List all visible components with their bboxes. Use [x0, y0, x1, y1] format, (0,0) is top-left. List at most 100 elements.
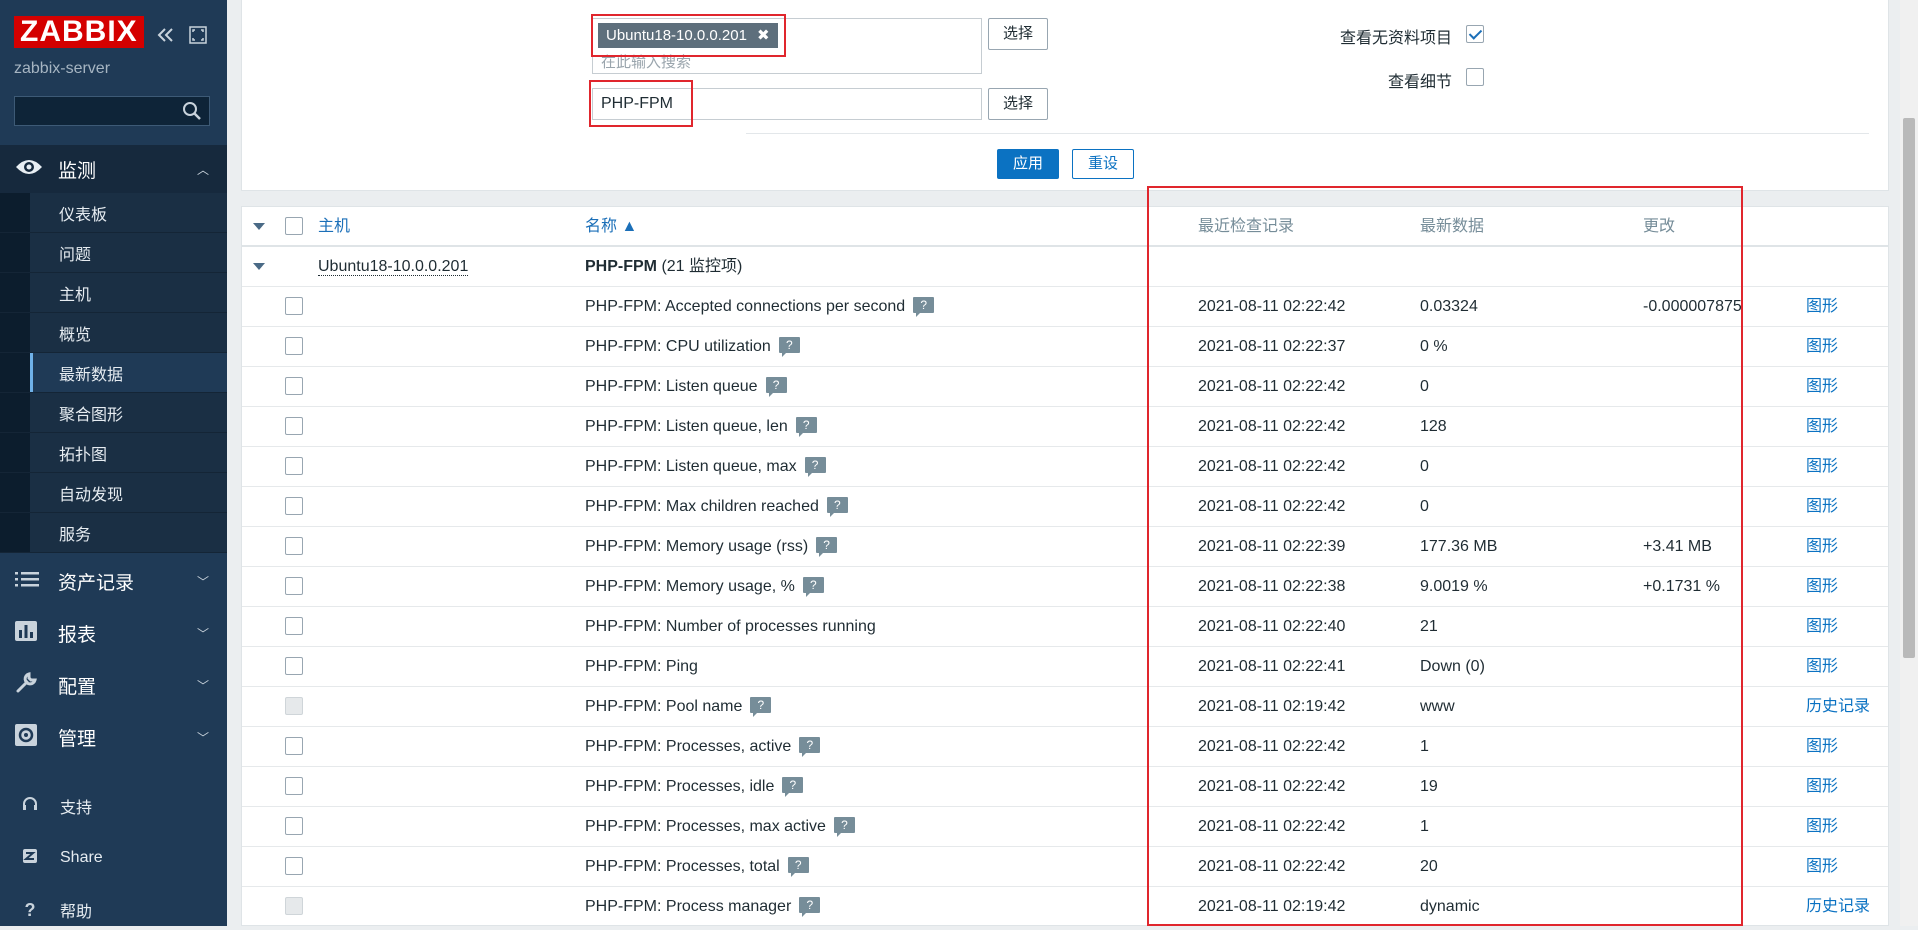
sidebar-item-latest-data[interactable]: 最新数据 [0, 353, 227, 393]
nav-monitoring[interactable]: 监测 ︿ [0, 145, 227, 193]
sidebar-controls [155, 24, 209, 46]
row-checkbox[interactable] [285, 497, 303, 515]
item-description-icon[interactable]: ? [804, 456, 826, 477]
graph-link[interactable]: 图形 [1806, 847, 1838, 886]
header-host[interactable]: 主机 [318, 207, 350, 246]
sidebar-item-screens[interactable]: 聚合图形 [0, 393, 227, 433]
row-checkbox[interactable] [285, 417, 303, 435]
sidebar-item-overview[interactable]: 概览 [0, 313, 227, 353]
item-name-cell: PHP-FPM: Listen queue, max? [585, 447, 826, 486]
row-checkbox[interactable] [285, 457, 303, 475]
kiosk-mode-icon[interactable] [187, 24, 209, 46]
row-checkbox[interactable] [285, 737, 303, 755]
graph-link[interactable]: 图形 [1806, 807, 1838, 846]
chevron-up-icon: ︿ [196, 162, 209, 177]
collapse-all-icon[interactable] [253, 223, 265, 230]
row-checkbox[interactable] [285, 337, 303, 355]
last-value-cell: 21 [1420, 618, 1438, 635]
row-checkbox[interactable] [285, 857, 303, 875]
sidebar-item-label: 问题 [59, 246, 92, 264]
item-description-icon[interactable]: ? [782, 776, 804, 797]
remove-chip-icon[interactable]: ✖ [757, 23, 770, 48]
item-description-icon[interactable]: ? [816, 536, 838, 557]
nav-reports-label: 报表 [58, 624, 97, 646]
search-icon[interactable] [181, 100, 203, 122]
show-details-checkbox[interactable] [1466, 68, 1484, 86]
row-checkbox[interactable] [285, 537, 303, 555]
scrollbar-thumb[interactable] [1903, 118, 1915, 658]
sidebar-item-problems[interactable]: 问题 [0, 233, 227, 273]
latest-data-table: 主机 名称 ▲ 最近检查记录 最新数据 更改 Ubuntu18-10.0.0.2… [241, 206, 1889, 926]
nav-administration-label: 管理 [58, 728, 97, 750]
page-scrollbar[interactable] [1900, 0, 1918, 926]
item-description-icon[interactable]: ? [750, 696, 772, 717]
apply-button[interactable]: 应用 [997, 149, 1059, 179]
collapse-group-icon[interactable] [253, 263, 265, 270]
application-select-button[interactable]: 选择 [988, 88, 1048, 120]
headset-icon [18, 796, 42, 817]
graph-link[interactable]: 图形 [1806, 447, 1838, 486]
group-row: Ubuntu18-10.0.0.201 PHP-FPM (21 监控项) [242, 247, 1888, 287]
nav-share[interactable]: Share [0, 838, 227, 878]
sidebar-item-services[interactable]: 服务 [0, 513, 227, 553]
item-description-icon[interactable]: ? [826, 496, 848, 517]
show-without-data-checkbox[interactable] [1466, 25, 1484, 43]
nav-configuration[interactable]: 配置 ﹀ [0, 661, 227, 709]
item-description-icon[interactable]: ? [765, 376, 787, 397]
sidebar-item-maps[interactable]: 拓扑图 [0, 433, 227, 473]
row-checkbox[interactable] [285, 617, 303, 635]
row-checkbox[interactable] [285, 817, 303, 835]
graph-link[interactable]: 图形 [1806, 287, 1838, 326]
row-checkbox[interactable] [285, 777, 303, 795]
reset-button[interactable]: 重设 [1072, 149, 1134, 179]
sidebar-item-hosts[interactable]: 主机 [0, 273, 227, 313]
graph-link[interactable]: 图形 [1806, 727, 1838, 766]
group-host-link[interactable]: Ubuntu18-10.0.0.201 [318, 258, 469, 276]
history-link[interactable]: 历史记录 [1806, 887, 1870, 925]
select-all-checkbox[interactable] [285, 217, 303, 235]
row-checkbox[interactable] [285, 297, 303, 315]
host-select-button[interactable]: 选择 [988, 18, 1048, 50]
row-checkbox[interactable] [285, 377, 303, 395]
item-description-icon[interactable]: ? [799, 896, 821, 917]
application-input[interactable]: PHP-FPM [592, 88, 982, 120]
sidebar-item-dashboard[interactable]: 仪表板 [0, 193, 227, 233]
graph-link[interactable]: 图形 [1806, 367, 1838, 406]
host-search-placeholder[interactable]: 在此输入搜索 [601, 51, 691, 72]
nav-help[interactable]: ? 帮助 [0, 890, 227, 930]
graph-link[interactable]: 图形 [1806, 527, 1838, 566]
item-description-icon[interactable]: ? [787, 856, 809, 877]
item-description-icon[interactable]: ? [799, 736, 821, 757]
item-description-icon[interactable]: ? [795, 416, 817, 437]
item-description-icon[interactable]: ? [913, 296, 935, 317]
graph-link[interactable]: 图形 [1806, 647, 1838, 686]
item-name: PHP-FPM: Processes, max active [585, 818, 826, 835]
graph-link[interactable]: 图形 [1806, 607, 1838, 646]
header-name[interactable]: 名称 ▲ [585, 207, 637, 246]
collapse-sidebar-icon[interactable] [155, 24, 177, 46]
graph-link[interactable]: 图形 [1806, 767, 1838, 806]
host-multiselect[interactable]: Ubuntu18-10.0.0.201 ✖ 在此输入搜索 [592, 18, 982, 74]
row-checkbox[interactable] [285, 657, 303, 675]
nav-reports[interactable]: 报表 ﹀ [0, 609, 227, 657]
graph-link[interactable]: 图形 [1806, 487, 1838, 526]
group-item-count: (21 监控项) [661, 258, 743, 275]
nav-support[interactable]: 支持 [0, 786, 227, 826]
item-description-icon[interactable]: ? [833, 816, 855, 837]
item-name: PHP-FPM: Max children reached [585, 498, 819, 515]
graph-link[interactable]: 图形 [1806, 407, 1838, 446]
sidebar-search-input[interactable] [15, 97, 187, 125]
row-checkbox[interactable] [285, 577, 303, 595]
logo-row: ZABBIX [14, 16, 144, 48]
graph-link[interactable]: 图形 [1806, 567, 1838, 606]
history-link[interactable]: 历史记录 [1806, 687, 1870, 726]
sidebar-item-discovery[interactable]: 自动发现 [0, 473, 227, 513]
item-name-cell: PHP-FPM: Listen queue, len? [585, 407, 817, 446]
table-row: PHP-FPM: CPU utilization? 2021-08-11 02:2… [242, 327, 1888, 367]
nav-administration[interactable]: 管理 ﹀ [0, 713, 227, 761]
nav-inventory[interactable]: 资产记录 ﹀ [0, 557, 227, 605]
item-description-icon[interactable]: ? [802, 576, 824, 597]
item-description-icon[interactable]: ? [778, 336, 800, 357]
zabbix-logo[interactable]: ZABBIX [14, 16, 144, 48]
graph-link[interactable]: 图形 [1806, 327, 1838, 366]
